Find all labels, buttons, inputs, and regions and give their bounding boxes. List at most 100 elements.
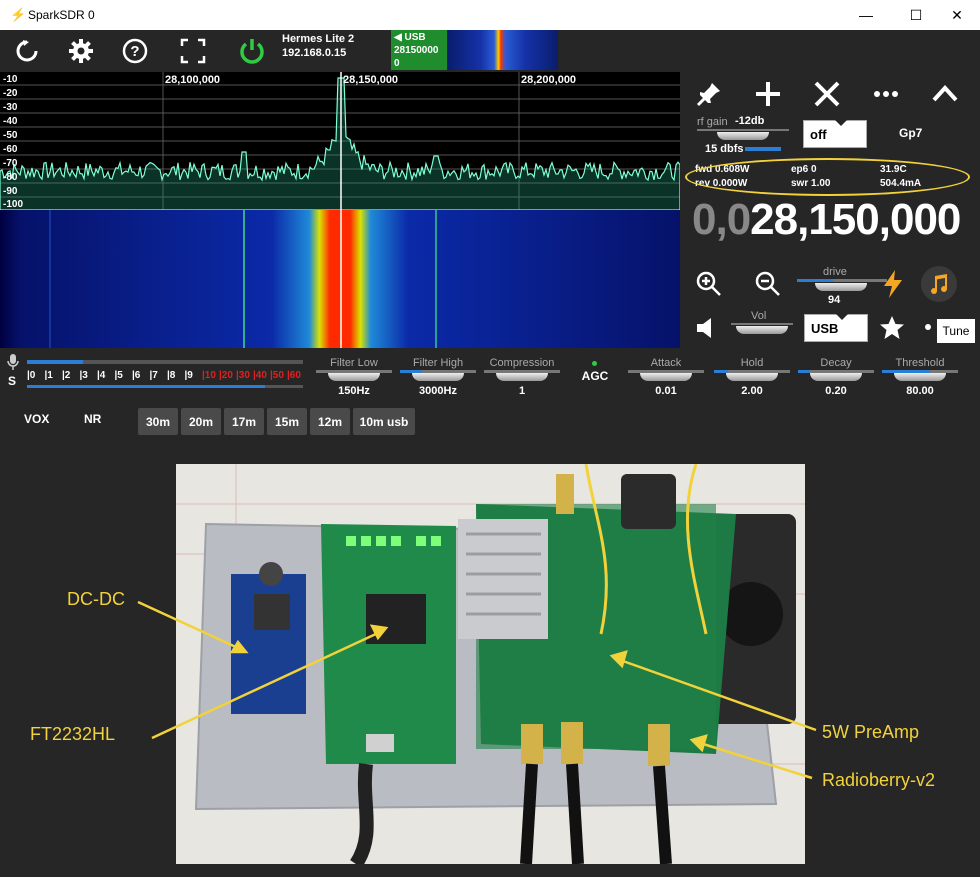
zoom-out-icon[interactable] [750, 266, 786, 302]
s-meter-tick: |0 [27, 370, 36, 381]
power-icon[interactable] [231, 30, 273, 72]
spectrum-display[interactable]: -10 -20 -30 -40 -50 -60 -70 -80 -90 -100… [0, 72, 680, 210]
speaker-volume-icon[interactable] [689, 310, 725, 346]
threshold-knob[interactable] [894, 373, 946, 381]
nr-toggle[interactable]: NR [84, 412, 101, 426]
s-meter-tick: |5 [114, 370, 123, 381]
svg-text:?: ? [130, 43, 139, 60]
drive-level [797, 279, 833, 282]
drive-value: 94 [828, 294, 841, 306]
attack-value: 0.01 [655, 385, 677, 397]
rf-gain-label: rf gain [697, 116, 728, 128]
compression-label: Compression [489, 357, 555, 369]
filter-high-label: Filter High [412, 357, 464, 369]
s-meter-tick: |8 [167, 370, 176, 381]
db-label: -100 [3, 199, 24, 210]
s-meter-label: S [8, 374, 17, 388]
attack-knob[interactable] [640, 373, 692, 381]
s-meter-tick: |6 [132, 370, 141, 381]
maximize-button[interactable]: ☐ [893, 0, 939, 30]
agc-mode-combo[interactable]: off [803, 120, 867, 148]
add-receiver-icon[interactable] [750, 76, 786, 112]
radio-model: Hermes Lite 2 [282, 33, 355, 45]
callout-radioberry: Radioberry-v2 [822, 770, 936, 790]
collapse-chevron-icon[interactable] [927, 76, 963, 112]
mic-level-bar [27, 360, 83, 364]
more-options-icon[interactable] [868, 76, 904, 112]
filter-low-knob[interactable] [328, 373, 380, 381]
vox-toggle[interactable]: VOX [24, 412, 49, 426]
threshold-label: Threshold [895, 357, 945, 369]
hold-value: 2.00 [741, 385, 763, 397]
hold-knob[interactable] [726, 373, 778, 381]
frequency-leading-digits: 0,0 [692, 195, 751, 244]
radio-info: Hermes Lite 2 192.168.0.15 [282, 32, 354, 60]
app-icon: ⚡ [10, 7, 27, 22]
receiver-mini-panel[interactable]: ◀ USB 28150000 0 [391, 30, 447, 70]
pin-icon[interactable] [691, 76, 727, 112]
gp-label: Gp7 [899, 126, 923, 140]
callout-5w-preamp: 5W PreAmp [822, 722, 920, 742]
freq-axis-label: 28,150,000 [343, 74, 399, 86]
fullscreen-icon[interactable] [172, 30, 214, 72]
s-meter-tick: |7 [149, 370, 158, 381]
speaker-icon: ◀ [394, 32, 402, 43]
band-button-15m[interactable]: 15m [267, 408, 307, 435]
waterfall-display[interactable] [0, 210, 680, 348]
s-meter-tick: |2 [62, 370, 71, 381]
compression-knob[interactable] [496, 373, 548, 381]
settings-gear-icon[interactable] [60, 30, 102, 72]
s-meter-tick: |60 [287, 370, 301, 381]
zoom-in-icon[interactable] [691, 266, 727, 302]
s-meter-tick: |4 [97, 370, 106, 381]
hold-label: Hold [740, 357, 764, 369]
callout-ft2232hl: FT2232HL [30, 724, 116, 744]
s-meter-tick: |1 [44, 370, 53, 381]
close-receiver-icon[interactable] [809, 76, 845, 112]
refresh-icon[interactable] [6, 30, 48, 72]
star-favorite-icon[interactable] [874, 310, 910, 346]
vol-label: Vol [751, 310, 767, 322]
filter-high-value: 3000Hz [419, 385, 457, 397]
lightning-icon[interactable] [875, 266, 911, 302]
db-label: -20 [3, 88, 18, 99]
filter-high-knob[interactable] [412, 373, 464, 381]
mini-waterfall[interactable] [448, 30, 558, 70]
band-button-12m[interactable]: 12m [310, 408, 350, 435]
minimize-button[interactable]: — [843, 0, 889, 30]
band-button-20m[interactable]: 20m [181, 408, 221, 435]
frequency-display[interactable]: 0,028,150,000 [692, 195, 961, 245]
mini-freq: 28150000 [394, 45, 439, 56]
band-button-17m[interactable]: 17m [224, 408, 264, 435]
compression-value: 1 [518, 385, 526, 397]
close-window-button[interactable]: ✕ [934, 0, 980, 30]
tune-dot-icon [925, 324, 931, 330]
s-meter-tick: |40 [253, 370, 267, 381]
mode-combo[interactable]: USB [804, 314, 868, 342]
mini-mode: USB [404, 32, 426, 43]
drive-label: drive [823, 266, 847, 278]
band-button-10m-usb[interactable]: 10m usb [353, 408, 415, 435]
filter-low-label: Filter Low [330, 357, 378, 369]
callout-arrows [137, 600, 817, 780]
status-highlight-ellipse [685, 158, 970, 196]
decay-level [798, 370, 810, 373]
s-meter-tick: |20 [219, 370, 233, 381]
band-button-30m[interactable]: 30m [138, 408, 178, 435]
s-meter-level [27, 385, 265, 388]
radio-ip: 192.168.0.15 [282, 47, 347, 59]
spectrum-grid [0, 72, 680, 210]
freq-axis-label: 28,100,000 [165, 74, 221, 86]
agc-toggle[interactable]: AGC [578, 369, 612, 383]
rf-gain-knob[interactable] [717, 132, 769, 140]
dbfs-bar [745, 147, 781, 151]
help-icon[interactable]: ? [114, 30, 156, 72]
db-label: -50 [3, 130, 18, 141]
volume-knob[interactable] [736, 326, 788, 334]
s-meter-tick: |9 [184, 370, 193, 381]
drive-knob[interactable] [815, 283, 867, 291]
tune-button[interactable]: Tune [937, 319, 975, 343]
s-meter-tick: |30 [236, 370, 250, 381]
decay-knob[interactable] [810, 373, 862, 381]
music-note-icon[interactable] [921, 266, 957, 302]
